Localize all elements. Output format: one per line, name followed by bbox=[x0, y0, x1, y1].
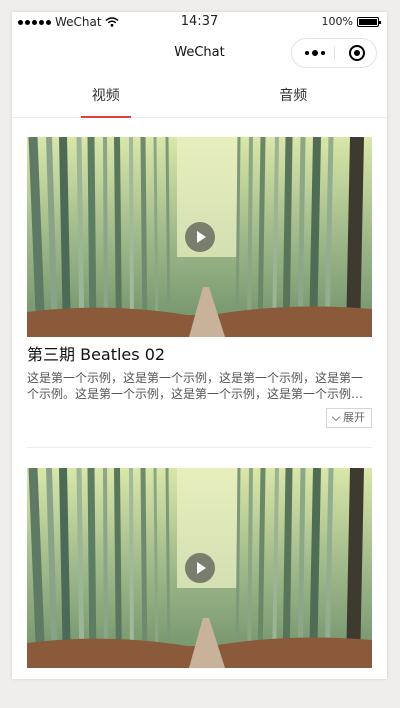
video-thumbnail[interactable] bbox=[27, 468, 372, 668]
tab-audio[interactable]: 音频 bbox=[200, 76, 388, 117]
battery-icon bbox=[357, 16, 381, 27]
video-thumbnail[interactable] bbox=[27, 137, 372, 337]
video-title: 第三期 Beatles 02 bbox=[27, 345, 166, 364]
play-icon[interactable] bbox=[185, 553, 215, 583]
menu-capsule bbox=[291, 38, 377, 68]
chevron-down-icon bbox=[331, 412, 341, 421]
play-icon[interactable] bbox=[185, 222, 215, 252]
capsule-divider bbox=[334, 46, 335, 61]
video-description: 这是第一个示例，这是第一个示例，这是第一个示例，这是第一个示例。这是第一个示例，… bbox=[27, 371, 364, 401]
status-bar: WeChat 14:37 100% bbox=[12, 12, 387, 32]
video-card bbox=[27, 468, 372, 668]
tab-bar: 视频 音频 bbox=[12, 76, 387, 118]
expand-button[interactable]: 展开 bbox=[326, 408, 372, 428]
more-dots-icon[interactable] bbox=[298, 39, 332, 67]
navigation-bar: WeChat bbox=[12, 32, 387, 76]
video-list: 第三期 Beatles 02 这是第一个示例，这是第一个示例，这是第一个示例，这… bbox=[27, 137, 372, 668]
video-card: 第三期 Beatles 02 这是第一个示例，这是第一个示例，这是第一个示例，这… bbox=[27, 137, 372, 448]
expand-label: 展开 bbox=[343, 411, 365, 424]
divider bbox=[27, 447, 372, 448]
tab-video[interactable]: 视频 bbox=[12, 76, 200, 118]
phone-screen: WeChat 14:37 100% WeChat 视频 音频 第三期 Beatl… bbox=[12, 12, 387, 679]
battery-percent: 100% bbox=[321, 15, 353, 28]
close-target-icon[interactable] bbox=[340, 39, 374, 67]
